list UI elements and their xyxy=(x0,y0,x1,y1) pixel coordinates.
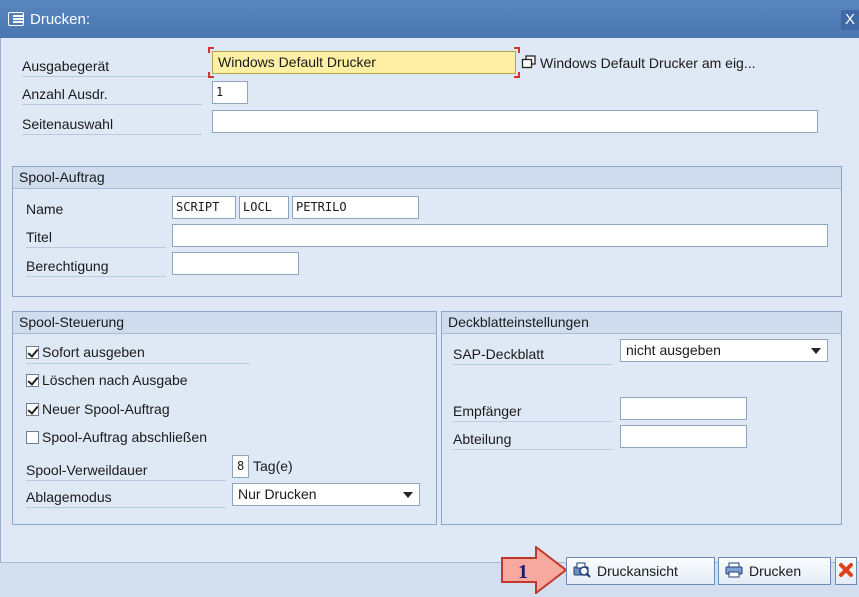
department-label: Abteilung xyxy=(453,430,613,450)
spool-title-input[interactable] xyxy=(172,224,828,247)
dialog-title-bar: Drucken: X xyxy=(0,0,859,38)
sap-cover-select[interactable]: nicht ausgeben xyxy=(620,339,828,362)
spool-name-part-3[interactable]: PETRILO xyxy=(292,196,419,219)
required-mark xyxy=(208,72,214,78)
print-label: Drucken xyxy=(749,563,802,579)
f4-help-icon[interactable] xyxy=(521,55,537,69)
department-input[interactable] xyxy=(620,425,747,448)
output-device-description: Windows Default Drucker am eig... xyxy=(540,55,756,71)
spool-name-part-2[interactable]: LOCL xyxy=(239,196,289,219)
checkbox-new-spool-request[interactable]: Neuer Spool-Auftrag xyxy=(26,401,170,417)
retention-input[interactable]: 8 xyxy=(232,455,249,478)
spool-name-part-1[interactable]: SCRIPT xyxy=(172,196,236,219)
output-device-label: Ausgabegerät xyxy=(22,57,208,77)
retention-unit: Tag(e) xyxy=(253,458,293,474)
print-preview-icon xyxy=(573,562,591,581)
cancel-button[interactable] xyxy=(835,557,857,585)
callout-number: 1 xyxy=(518,561,528,583)
checkbox-delete-after-output[interactable]: Löschen nach Ausgabe xyxy=(26,372,188,388)
print-preview-label: Druckansicht xyxy=(597,563,678,579)
document-icon xyxy=(8,12,24,26)
authorization-input[interactable] xyxy=(172,252,299,275)
dropdown-arrow-icon[interactable] xyxy=(403,492,413,498)
authorization-label: Berechtigung xyxy=(26,257,166,277)
required-mark xyxy=(514,72,520,78)
sap-cover-value: nicht ausgeben xyxy=(626,342,721,358)
required-mark xyxy=(514,47,520,53)
checkbox-icon[interactable] xyxy=(26,345,39,359)
copies-label: Anzahl Ausdr. xyxy=(22,85,202,105)
archive-mode-select[interactable]: Nur Drucken xyxy=(232,483,420,506)
checkbox-label: Löschen nach Ausgabe xyxy=(42,372,188,388)
checkbox-icon[interactable] xyxy=(26,402,39,416)
checkbox-immediate-output[interactable]: Sofort ausgeben xyxy=(26,344,145,360)
checkbox-label: Spool-Auftrag abschließen xyxy=(42,429,207,445)
dropdown-arrow-icon[interactable] xyxy=(811,348,821,354)
page-selection-input[interactable] xyxy=(212,110,818,133)
cover-settings-header: Deckblatteinstellungen xyxy=(442,312,841,334)
archive-mode-label: Ablagemodus xyxy=(26,488,226,508)
recipient-label: Empfänger xyxy=(453,402,613,422)
recipient-input[interactable] xyxy=(620,397,747,420)
print-button[interactable]: Drucken xyxy=(718,557,831,585)
copies-input[interactable]: 1 xyxy=(212,81,248,104)
print-preview-button[interactable]: Druckansicht xyxy=(566,557,715,585)
cancel-icon xyxy=(838,562,854,581)
checkbox-icon[interactable] xyxy=(26,373,39,387)
divider xyxy=(26,363,250,364)
close-icon[interactable]: X xyxy=(841,10,859,30)
checkbox-label: Neuer Spool-Auftrag xyxy=(42,401,170,417)
checkbox-icon[interactable] xyxy=(26,430,39,444)
sap-cover-label: SAP-Deckblatt xyxy=(453,345,613,365)
dialog-title: Drucken: xyxy=(30,10,91,28)
output-device-input[interactable]: Windows Default Drucker xyxy=(212,51,516,74)
retention-label: Spool-Verweildauer xyxy=(26,461,226,481)
archive-mode-value: Nur Drucken xyxy=(238,486,317,502)
spool-name-label: Name xyxy=(26,201,64,217)
checkbox-label: Sofort ausgeben xyxy=(42,344,145,360)
printer-icon xyxy=(725,562,743,581)
required-mark xyxy=(208,47,214,53)
spool-request-header: Spool-Auftrag xyxy=(13,167,841,189)
spool-title-label: Titel xyxy=(26,228,166,248)
page-selection-label: Seitenauswahl xyxy=(22,115,202,135)
spool-control-header: Spool-Steuerung xyxy=(13,312,436,334)
checkbox-close-spool-request[interactable]: Spool-Auftrag abschließen xyxy=(26,429,207,445)
